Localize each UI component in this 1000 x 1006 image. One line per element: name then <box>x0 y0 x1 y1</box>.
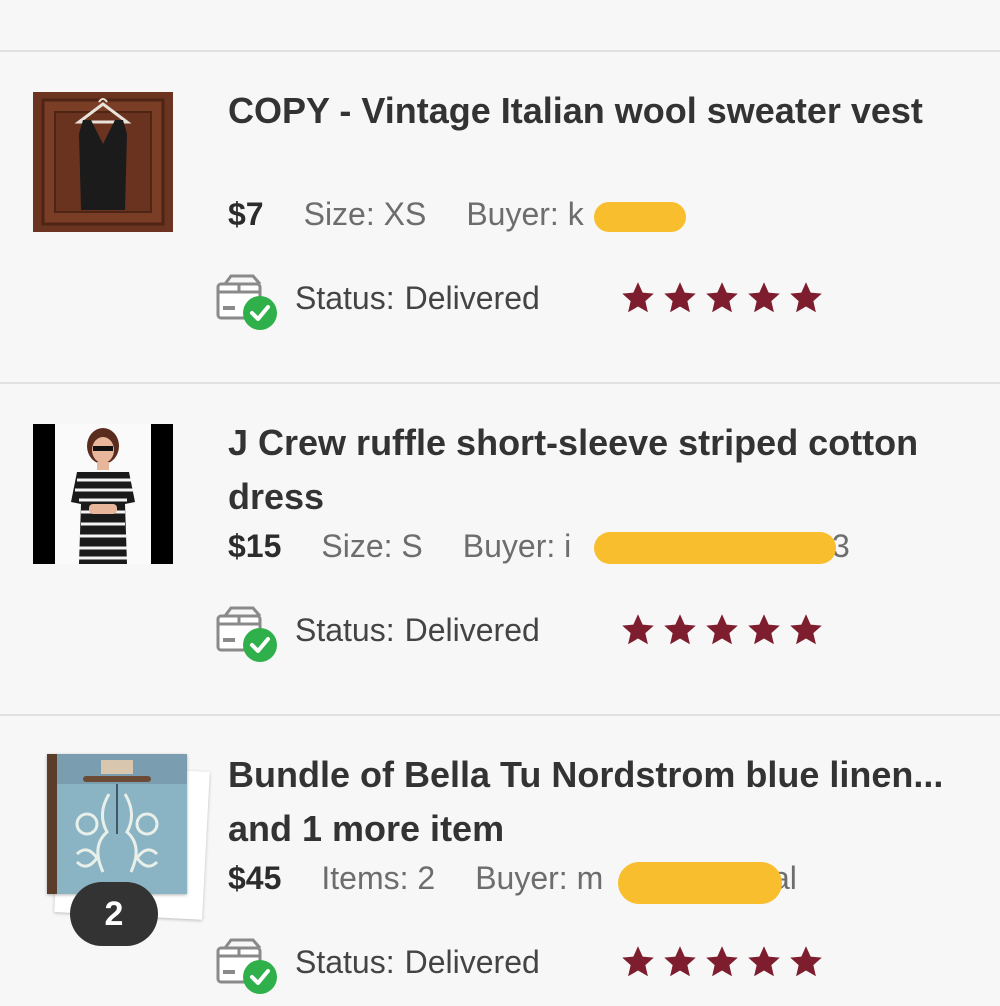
buyer-info: Buyer: k <box>466 196 583 232</box>
delivery-status: Status: Delivered <box>295 610 540 650</box>
bundle-item-count-badge: 2 <box>70 882 158 946</box>
order-card[interactable]: J Crew ruffle short-sleeve striped cotto… <box>0 384 1000 716</box>
star-icon <box>664 946 696 977</box>
status-label: Status: <box>295 280 395 316</box>
item-count: Items: 2 <box>321 860 436 896</box>
star-icon <box>790 282 822 313</box>
star-icon <box>706 946 738 977</box>
buyer-username: m <box>576 860 604 896</box>
order-meta: $45 Items: 2 Buyer: m <box>228 856 643 900</box>
previous-order-bottom <box>0 0 1000 52</box>
product-thumbnail[interactable] <box>33 424 173 564</box>
order-meta: $15 Size: S Buyer: i <box>228 524 611 568</box>
status-label: Status: <box>295 612 395 648</box>
status-row: Status: Delivered <box>215 602 915 662</box>
star-icon <box>622 614 654 645</box>
buyer-label: Buyer: <box>475 860 568 896</box>
item-price: $15 <box>228 528 282 564</box>
star-icon <box>664 614 696 645</box>
package-delivered-icon <box>216 606 277 662</box>
star-icon <box>622 946 654 977</box>
star-icon <box>748 946 780 977</box>
status-value: Delivered <box>404 944 540 980</box>
star-icon <box>664 282 696 313</box>
status-label: Status: <box>295 944 395 980</box>
star-icon <box>748 614 780 645</box>
item-size: Size: S <box>321 528 423 564</box>
item-size: Size: XS <box>303 196 427 232</box>
rating-stars <box>620 612 824 652</box>
star-icon <box>706 282 738 313</box>
buyer-label: Buyer: <box>466 196 559 232</box>
item-price: $7 <box>228 196 264 232</box>
package-delivered-icon <box>216 274 277 330</box>
package-delivered-icon <box>216 938 277 994</box>
order-meta: $7 Size: XS Buyer: k <box>228 192 624 236</box>
buyer-info: Buyer: i <box>463 528 571 564</box>
delivery-status: Status: Delivered <box>295 278 540 318</box>
star-icon <box>790 614 822 645</box>
rating-stars <box>620 944 824 984</box>
status-value: Delivered <box>404 280 540 316</box>
item-title[interactable]: COPY - Vintage Italian wool sweater vest <box>228 84 968 138</box>
buyer-username: k <box>567 196 584 232</box>
star-icon <box>622 282 654 313</box>
status-row: Status: Delivered <box>215 934 915 994</box>
delivery-status: Status: Delivered <box>295 942 540 982</box>
redaction-mark <box>594 202 686 232</box>
buyer-label: Buyer: <box>462 528 556 564</box>
product-thumbnail[interactable] <box>33 92 173 232</box>
star-icon <box>706 614 738 645</box>
redaction-mark <box>618 862 782 904</box>
item-title[interactable]: J Crew ruffle short-sleeve striped cotto… <box>228 416 968 524</box>
star-icon <box>790 946 822 977</box>
order-card[interactable]: COPY - Vintage Italian wool sweater vest… <box>0 52 1000 384</box>
rating-stars <box>620 280 824 320</box>
status-row: Status: Delivered <box>215 270 915 330</box>
buyer-username: i <box>564 528 572 564</box>
redaction-mark <box>594 532 836 564</box>
product-thumbnail[interactable] <box>47 754 187 894</box>
item-price: $45 <box>228 860 282 896</box>
item-title[interactable]: Bundle of Bella Tu Nordstrom blue linen.… <box>228 748 968 856</box>
buyer-info: Buyer: m <box>475 860 603 896</box>
status-value: Delivered <box>404 612 540 648</box>
star-icon <box>748 282 780 313</box>
order-card[interactable]: 2 Bundle of Bella Tu Nordstrom blue line… <box>0 716 1000 1006</box>
